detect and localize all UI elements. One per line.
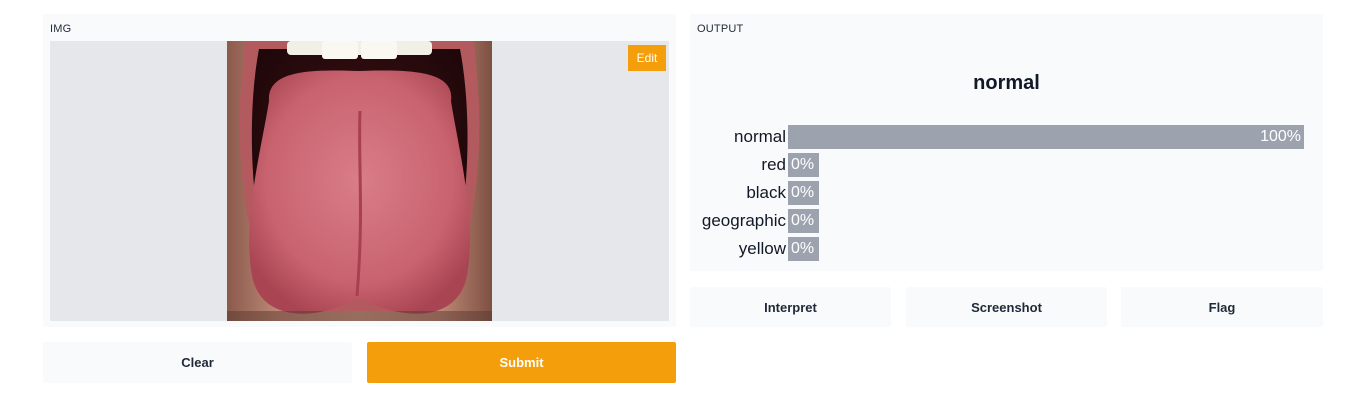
confidence-percent: 0% (791, 240, 815, 257)
edit-button[interactable]: Edit (628, 45, 666, 71)
confidence-row: geographic 0% (690, 209, 1323, 233)
flag-button[interactable]: Flag (1121, 287, 1323, 327)
submit-button[interactable]: Submit (367, 342, 676, 383)
confidence-percent: 0% (791, 156, 815, 173)
image-upload-area[interactable] (50, 41, 669, 321)
confidence-label: geographic (701, 211, 786, 230)
confidence-row: normal 100% (690, 125, 1323, 149)
predicted-label: normal (973, 72, 1040, 94)
image-input-panel: IMG Edit (43, 14, 676, 327)
confidence-row: red 0% (690, 153, 1323, 177)
confidence-row: black 0% (690, 181, 1323, 205)
confidence-label: normal (734, 127, 786, 146)
screenshot-button[interactable]: Screenshot (906, 287, 1107, 327)
confidence-bar (788, 125, 1304, 149)
tongue-image (227, 41, 492, 321)
app-root: IMG Edit Clear Submit OUTPUT normal norm… (0, 0, 1366, 416)
confidence-row: yellow 0% (690, 237, 1323, 261)
output-panel: OUTPUT normal normal 100% red 0% black 0% geog… (690, 14, 1323, 271)
output-label: OUTPUT (697, 23, 744, 35)
confidence-label: black (746, 183, 786, 202)
input-label: IMG (50, 23, 72, 35)
confidence-label: red (761, 155, 786, 174)
confidence-percent: 0% (791, 212, 815, 229)
interpret-button[interactable]: Interpret (690, 287, 891, 327)
confidence-label: yellow (738, 239, 786, 258)
clear-button[interactable]: Clear (43, 342, 352, 383)
confidence-percent: 100% (1260, 128, 1301, 145)
confidence-percent: 0% (791, 184, 815, 201)
